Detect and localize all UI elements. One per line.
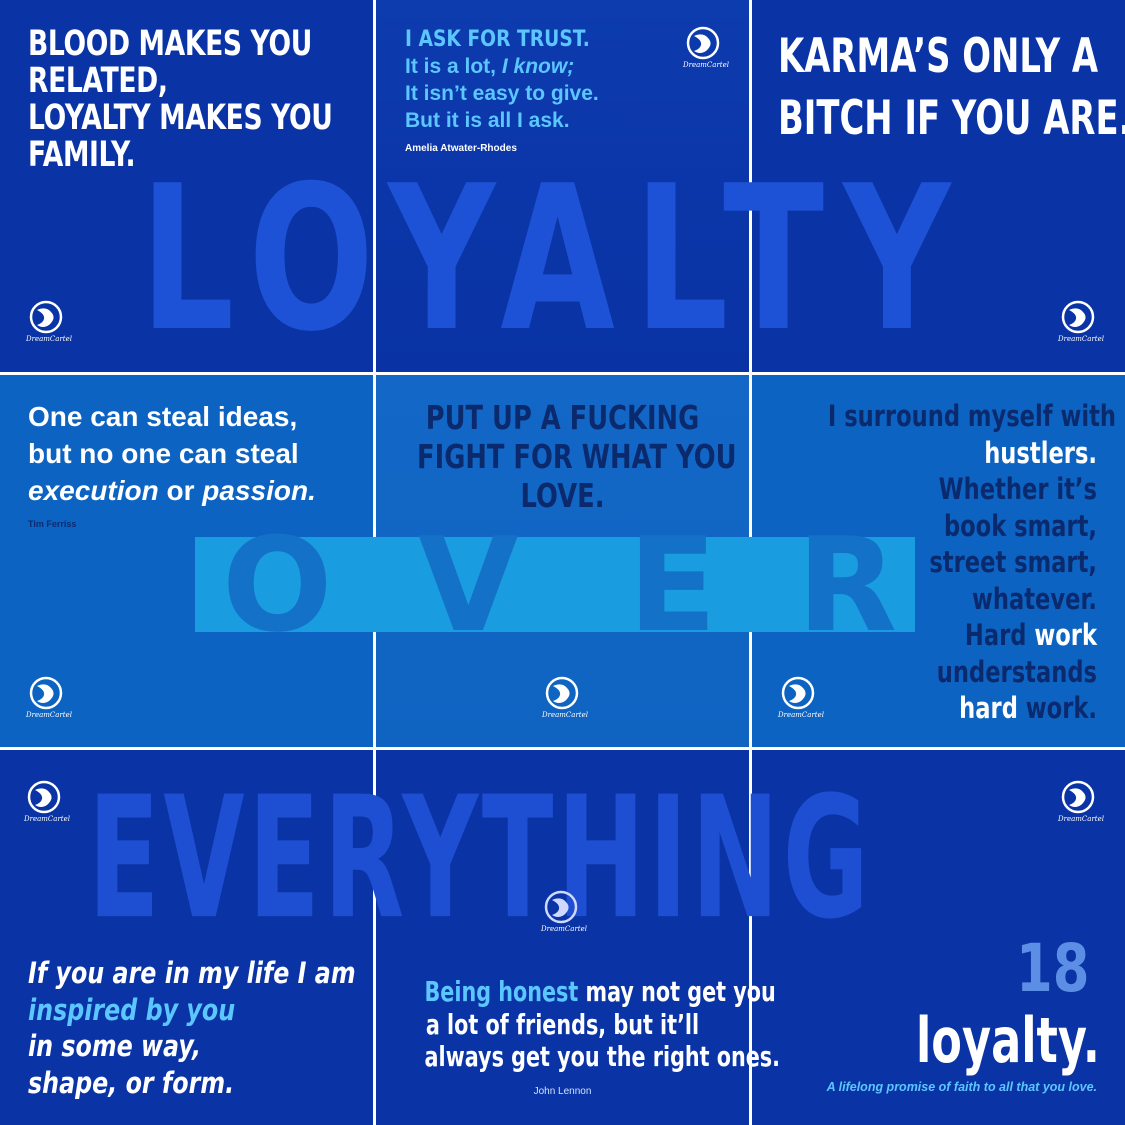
quote-line: always get you the right ones.: [424, 1040, 781, 1073]
quote-line: BITCH IF YOU ARE.: [778, 91, 1125, 146]
dreamcartel-logo: DreamCartel: [26, 676, 72, 719]
dreamcartel-logo-icon: [29, 300, 63, 334]
watermark-over-letter-o: O: [222, 509, 333, 661]
quote-line: street smart,: [929, 545, 1097, 579]
quote-line: LOVE.: [520, 476, 605, 515]
logo-text: DreamCartel: [683, 61, 729, 69]
quote-line: It isn’t easy to give.: [405, 82, 599, 105]
quote-line: PUT UP A FUCKING: [425, 398, 700, 437]
quote-author: Tim Ferriss: [28, 519, 77, 529]
dreamcartel-logo: DreamCartel: [26, 300, 72, 343]
loyalty-word: loyalty.: [916, 1004, 1100, 1077]
dreamcartel-logo-icon: [686, 26, 720, 60]
dreamcartel-logo: DreamCartel: [542, 676, 588, 719]
watermark-over-letter-e: E: [628, 509, 717, 661]
quote-line: execution or passion.: [28, 475, 316, 506]
quote-line: understands: [936, 654, 1097, 689]
dreamcartel-logo-icon: [27, 780, 61, 814]
quote-line: FIGHT FOR WHAT YOU: [417, 437, 737, 476]
dreamcartel-logo: DreamCartel: [1058, 780, 1104, 823]
dreamcartel-logo-icon: [781, 676, 815, 710]
logo-text: DreamCartel: [26, 335, 72, 343]
quote-line: a lot of friends, but it’ll: [425, 1007, 700, 1041]
logo-text: DreamCartel: [542, 711, 588, 719]
quote-line: KARMA’S ONLY A: [778, 29, 1099, 84]
logo-text: DreamCartel: [24, 815, 70, 823]
logo-text: DreamCartel: [541, 925, 587, 933]
quote-line: But it is all I ask.: [405, 109, 570, 132]
quote-line: Whether it’s: [938, 472, 1097, 506]
quote-line: whatever.: [971, 581, 1097, 616]
quote-author: Amelia Atwater-Rhodes: [405, 143, 517, 154]
quote-line: LOYALTY MAKES YOU: [28, 98, 333, 138]
quote-blood-family: BLOOD MAKES YOU RELATED, LOYALTY MAKES Y…: [28, 26, 333, 174]
quote-grid: LOYALTY O V E R EVERYTHING BLOOD MAKES Y…: [0, 0, 1125, 1125]
quote-line: I surround myself with: [827, 399, 1117, 433]
quote-line: One can steal ideas,: [28, 401, 298, 432]
quote-fight: PUT UP A FUCKING FIGHT FOR WHAT YOU LOVE…: [376, 398, 749, 515]
logo-text: DreamCartel: [26, 711, 72, 719]
quote-line: FAMILY.: [28, 135, 136, 175]
quote-karma: KARMA’S ONLY A BITCH IF YOU ARE.: [778, 26, 1125, 150]
dreamcartel-logo-icon: [544, 890, 578, 924]
quote-line: inspired by you: [28, 992, 236, 1027]
loyalty-number: 18: [1016, 930, 1090, 1007]
quote-line: in some way,: [28, 1029, 202, 1063]
watermark-over-letter-v: V: [418, 509, 519, 661]
quote-line: but no one can steal: [28, 438, 299, 469]
loyalty-tagline: A lifelong promise of faith to all that …: [826, 1080, 1097, 1094]
quote-author: John Lennon: [533, 1086, 592, 1097]
quote-inspired: If you are in my life I am inspired by y…: [28, 955, 428, 1101]
quote-line: RELATED,: [28, 61, 168, 101]
dreamcartel-logo: DreamCartel: [24, 780, 70, 823]
logo-text: DreamCartel: [1058, 335, 1104, 343]
dreamcartel-logo-icon: [545, 676, 579, 710]
logo-text: DreamCartel: [778, 711, 824, 719]
quote-line: Hard work: [964, 618, 1097, 652]
quote-line: BLOOD MAKES YOU: [28, 24, 312, 64]
quote-line: hustlers.: [984, 435, 1097, 470]
dreamcartel-logo: DreamCartel: [541, 890, 587, 933]
quote-honest: Being honest may not get you a lot of fr…: [376, 975, 781, 1074]
dreamcartel-logo-icon: [1061, 300, 1095, 334]
quote-line: hard work.: [959, 691, 1097, 725]
dreamcartel-logo-icon: [29, 676, 63, 710]
quote-line: If you are in my life I am: [28, 956, 356, 990]
dreamcartel-logo-icon: [1061, 780, 1095, 814]
logo-text: DreamCartel: [1058, 815, 1104, 823]
quote-steal-ideas: One can steal ideas, but no one can stea…: [28, 398, 316, 509]
quote-heading: I ASK FOR TRUST.: [405, 27, 590, 52]
dreamcartel-logo: DreamCartel: [778, 676, 824, 719]
quote-line: book smart,: [943, 508, 1097, 543]
quote-line: It is a lot, I know;: [405, 55, 575, 78]
dreamcartel-logo: DreamCartel: [1058, 300, 1104, 343]
dreamcartel-logo: DreamCartel: [683, 26, 729, 69]
quote-line: shape, or form.: [28, 1065, 235, 1100]
quote-line: Being honest may not get you: [424, 975, 776, 1008]
quote-trust: I ASK FOR TRUST. It is a lot, I know; It…: [405, 26, 622, 134]
